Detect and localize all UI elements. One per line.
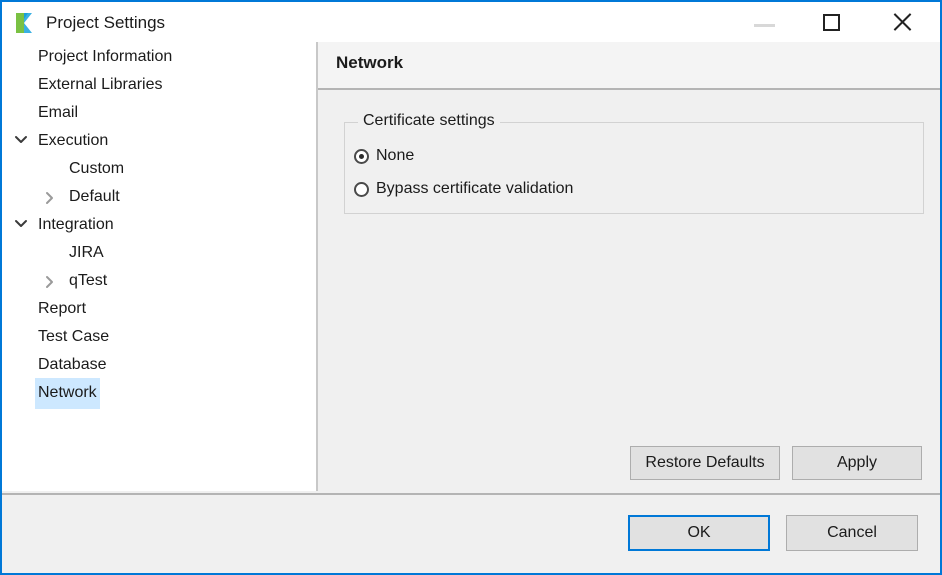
sidebar-item-database[interactable]: Database bbox=[2, 350, 316, 378]
project-settings-dialog: Project Settings Project Information Exte… bbox=[0, 0, 942, 575]
sidebar-item-label: Network bbox=[35, 378, 100, 409]
maximize-icon bbox=[823, 14, 840, 31]
sidebar-item-label: Email bbox=[38, 104, 79, 121]
sidebar-item-label: qTest bbox=[69, 272, 108, 289]
minimize-button[interactable] bbox=[741, 2, 787, 42]
apply-button[interactable]: Apply bbox=[792, 446, 922, 480]
sidebar-item-execution[interactable]: Execution bbox=[2, 126, 316, 154]
sidebar-item-project-information[interactable]: Project Information bbox=[2, 42, 316, 70]
certificate-settings-group: Certificate settings None Bypass certifi… bbox=[344, 112, 924, 214]
minimize-icon bbox=[754, 24, 775, 27]
cancel-button[interactable]: Cancel bbox=[786, 515, 918, 551]
settings-content-pane: Network Certificate settings None Bypass… bbox=[318, 42, 940, 491]
window-title: Project Settings bbox=[46, 13, 166, 32]
radio-option-none[interactable]: None bbox=[354, 143, 414, 169]
chevron-right-icon[interactable] bbox=[44, 182, 60, 210]
page-title: Network bbox=[336, 53, 404, 72]
settings-tree[interactable]: Project Information External Libraries Ema… bbox=[2, 42, 318, 491]
sidebar-item-label: Integration bbox=[38, 216, 114, 233]
katalon-logo-icon bbox=[14, 11, 38, 35]
pane-header: Network bbox=[318, 42, 940, 90]
sidebar-item-email[interactable]: Email bbox=[2, 98, 316, 126]
radio-option-bypass-label: Bypass certificate validation bbox=[376, 180, 574, 197]
certificate-settings-legend: Certificate settings bbox=[358, 112, 500, 130]
sidebar-item-label: JIRA bbox=[69, 244, 104, 261]
sidebar-item-network[interactable]: Network bbox=[2, 378, 316, 409]
radio-selected-icon bbox=[354, 148, 369, 164]
sidebar-item-label: Execution bbox=[38, 132, 109, 149]
radio-option-bypass-certificate-validation[interactable]: Bypass certificate validation bbox=[354, 176, 573, 202]
close-button[interactable] bbox=[879, 2, 925, 42]
restore-defaults-button[interactable]: Restore Defaults bbox=[630, 446, 780, 480]
sidebar-item-custom[interactable]: Custom bbox=[2, 154, 316, 182]
radio-option-none-label: None bbox=[376, 147, 415, 164]
chevron-down-icon[interactable] bbox=[14, 126, 30, 154]
dialog-footer: OK Cancel bbox=[2, 493, 940, 573]
chevron-down-icon[interactable] bbox=[14, 210, 30, 238]
sidebar-item-external-libraries[interactable]: External Libraries bbox=[2, 70, 316, 98]
sidebar-item-jira[interactable]: JIRA bbox=[2, 238, 316, 266]
maximize-button[interactable] bbox=[809, 2, 855, 42]
ok-button[interactable]: OK bbox=[628, 515, 770, 551]
sidebar-item-label: Database bbox=[38, 356, 107, 373]
sidebar-item-integration[interactable]: Integration bbox=[2, 210, 316, 238]
title-bar: Project Settings bbox=[2, 2, 940, 42]
sidebar-item-report[interactable]: Report bbox=[2, 294, 316, 322]
sidebar-item-default[interactable]: Default bbox=[2, 182, 316, 210]
chevron-right-icon[interactable] bbox=[44, 266, 60, 294]
sidebar-item-qtest[interactable]: qTest bbox=[2, 266, 316, 294]
sidebar-item-label: Test Case bbox=[38, 328, 110, 345]
sidebar-item-label: Report bbox=[38, 300, 87, 317]
sidebar-item-label: Project Information bbox=[38, 48, 173, 65]
sidebar-item-label: Default bbox=[69, 188, 120, 205]
radio-unselected-icon bbox=[354, 181, 369, 197]
sidebar-item-label: Custom bbox=[69, 160, 125, 177]
sidebar-item-label: External Libraries bbox=[38, 76, 163, 93]
sidebar-item-test-case[interactable]: Test Case bbox=[2, 322, 316, 350]
